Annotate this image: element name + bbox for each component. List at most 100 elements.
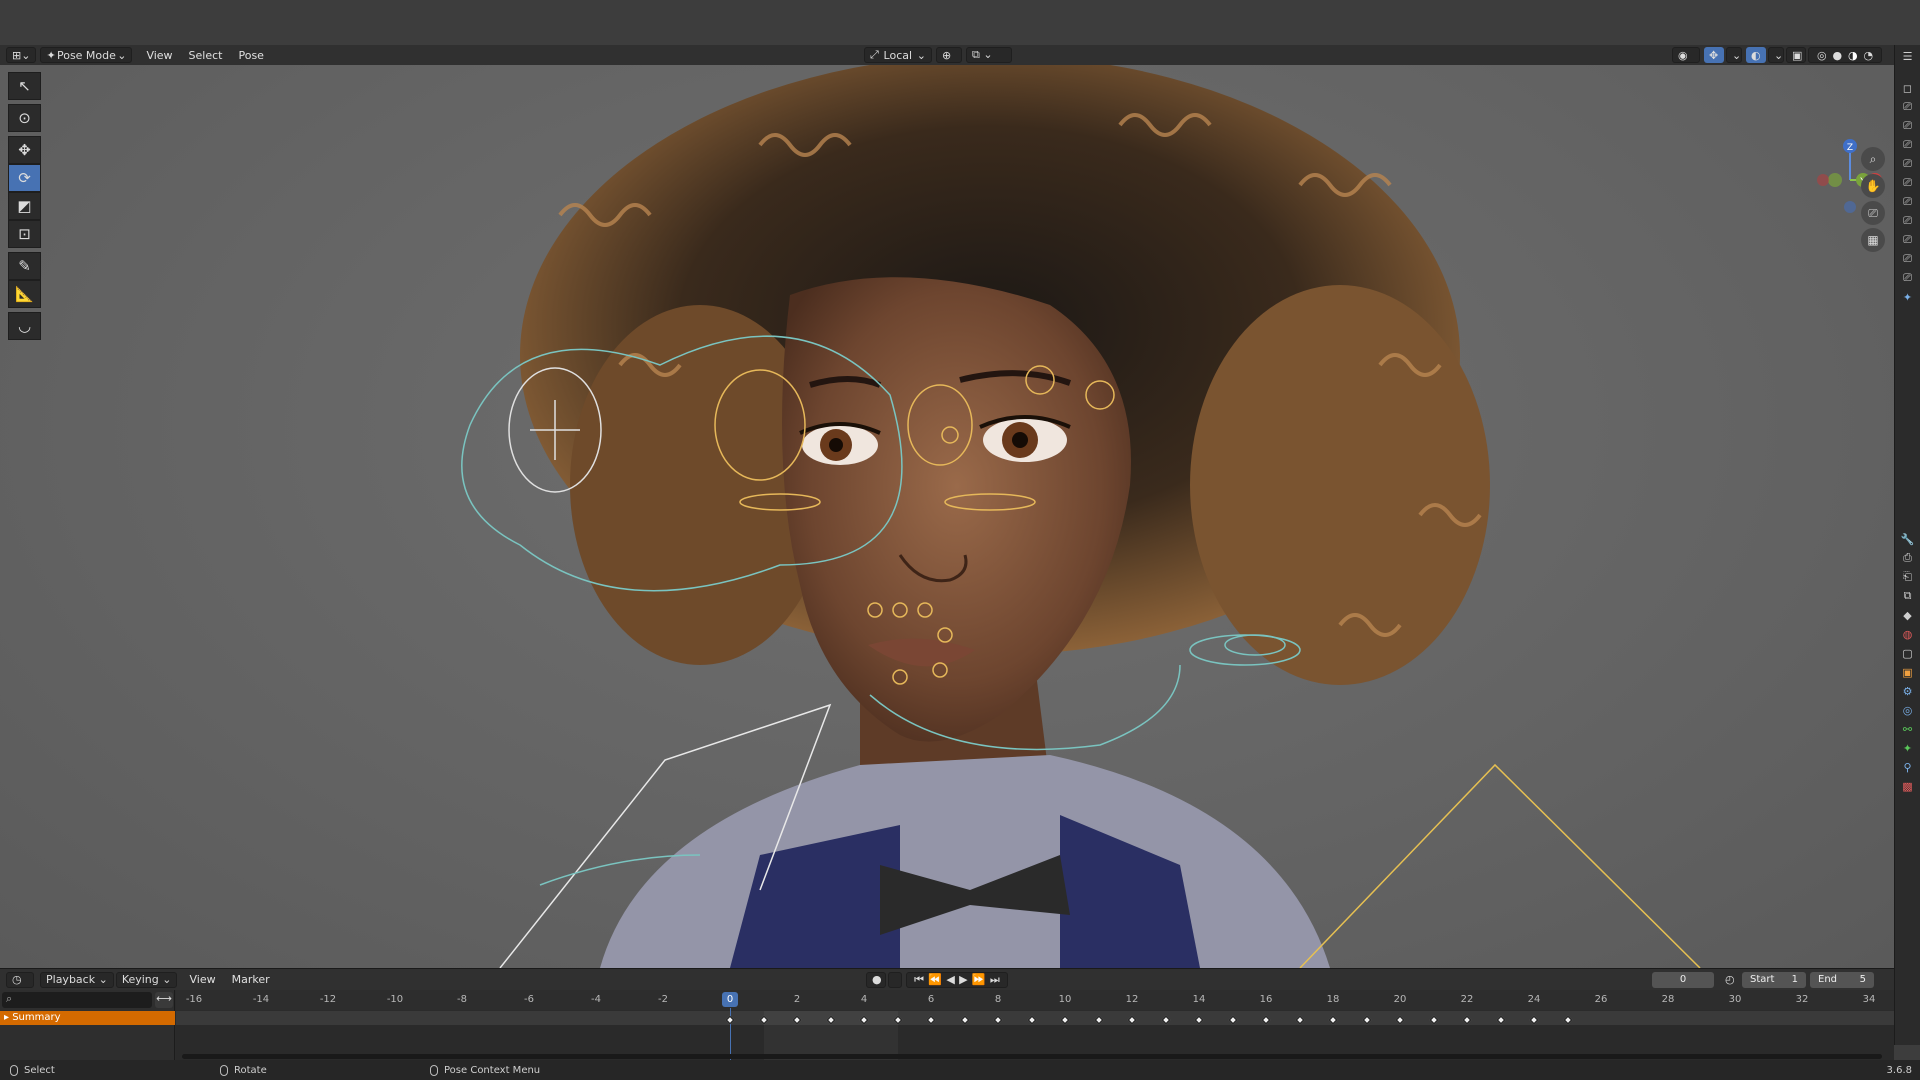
camera-icon[interactable]: ⎚: [1898, 213, 1918, 229]
end-frame-field[interactable]: End 5: [1810, 971, 1874, 988]
stopwatch-icon[interactable]: ◴: [1720, 972, 1738, 988]
cursor-icon[interactable]: ⊙: [8, 104, 41, 132]
camera-icon[interactable]: ⎚: [1898, 118, 1918, 134]
keyframe[interactable]: [1161, 1015, 1170, 1025]
grid-icon[interactable]: ▦: [1861, 228, 1885, 252]
constraints-icon[interactable]: ⚯: [1898, 721, 1918, 737]
playback-controls[interactable]: ⏮ ⏪ ◀ ▶ ⏩ ⏭: [906, 971, 1008, 988]
play-icon[interactable]: ▶: [959, 973, 967, 986]
move-icon[interactable]: ✥: [8, 136, 41, 164]
outliner-icon[interactable]: ☰: [1898, 48, 1918, 64]
bone-properties-icon[interactable]: ⚲: [1898, 759, 1918, 775]
overlays-toggle[interactable]: ◐: [1746, 47, 1766, 63]
collection-properties-icon[interactable]: ▢: [1898, 645, 1918, 661]
visibility-button[interactable]: ◉: [1672, 47, 1700, 63]
keyframe[interactable]: [1094, 1015, 1103, 1025]
summary-channel[interactable]: ▸ Summary: [0, 1011, 175, 1025]
keyframe[interactable]: [993, 1015, 1003, 1025]
keyframe[interactable]: [1395, 1015, 1405, 1025]
timeline[interactable]: ⌕ ⟷ ▸ Summary -16 -14 -12 -10 -8 -6 -4 -2 2 4 6 8 10…: [0, 990, 1894, 1060]
keyframe[interactable]: [1496, 1015, 1505, 1025]
annotate-icon[interactable]: ✎: [8, 252, 41, 280]
modifier-properties-icon[interactable]: ⚙: [1898, 683, 1918, 699]
gizmo-dropdown[interactable]: ⌄: [1726, 47, 1742, 63]
view-layer-icon[interactable]: ⧉: [1898, 588, 1918, 604]
armature-icon[interactable]: ✦: [1898, 289, 1918, 305]
relax-pose-icon[interactable]: ◡: [8, 312, 41, 340]
rotate-icon[interactable]: ⟳: [8, 164, 41, 192]
camera-icon[interactable]: ⎚: [1898, 156, 1918, 172]
menu-view[interactable]: View: [138, 49, 180, 62]
select-box-icon[interactable]: ↖: [8, 72, 41, 100]
measure-icon[interactable]: 📐: [8, 280, 41, 308]
editor-type-button[interactable]: ⊞ ⌄: [6, 47, 37, 63]
3d-viewport[interactable]: Z X Y ⌕ ✋ ⎚ ▦: [0, 65, 1894, 968]
keyframe[interactable]: [1563, 1015, 1572, 1025]
snap-button[interactable]: ⧉ ⌄: [966, 47, 1012, 63]
pivot-point-button[interactable]: ⊕: [936, 47, 962, 63]
keying-menu[interactable]: Keying ⌄: [115, 971, 178, 988]
playhead[interactable]: 0: [722, 992, 738, 1007]
keyframe[interactable]: [1194, 1015, 1204, 1025]
camera-icon[interactable]: ⎚: [1898, 270, 1918, 286]
playback-menu[interactable]: Playback ⌄: [40, 971, 114, 988]
armature-data-icon[interactable]: ✦: [1898, 740, 1918, 756]
keyframe[interactable]: [1529, 1015, 1539, 1025]
channel-search-input[interactable]: ⌕: [2, 992, 152, 1008]
world-properties-icon[interactable]: ◍: [1898, 626, 1918, 642]
jump-end-icon[interactable]: ⏭: [990, 973, 1000, 987]
keyframe[interactable]: [960, 1015, 969, 1025]
jump-start-icon[interactable]: ⏮: [914, 973, 924, 987]
timeline-view-menu[interactable]: View: [181, 973, 223, 986]
transform-orientation-dropdown[interactable]: ⤢ Local ⌄: [864, 47, 932, 63]
gizmo-toggle[interactable]: ✥: [1704, 47, 1724, 63]
camera-icon[interactable]: ⎚: [1898, 232, 1918, 248]
keyframe[interactable]: [926, 1015, 936, 1025]
menu-pose[interactable]: Pose: [230, 49, 271, 62]
camera-icon[interactable]: ⎚: [1898, 251, 1918, 267]
play-reverse-icon[interactable]: ◀: [946, 973, 954, 986]
keyframe[interactable]: [1228, 1015, 1237, 1025]
keying-set-button[interactable]: [888, 971, 902, 988]
object-properties-icon[interactable]: ▣: [1898, 664, 1918, 680]
keyframe[interactable]: [1362, 1015, 1371, 1025]
timeline-marker-menu[interactable]: Marker: [224, 973, 278, 986]
mode-dropdown[interactable]: ✦ Pose Mode ⌄: [40, 47, 133, 63]
keyframe[interactable]: [1295, 1015, 1304, 1025]
keyframe[interactable]: [1127, 1015, 1137, 1025]
pan-hand-icon[interactable]: ✋: [1861, 174, 1885, 198]
current-frame-field[interactable]: 0: [1652, 971, 1714, 988]
menu-select[interactable]: Select: [181, 49, 231, 62]
timeline-scrollbar[interactable]: [182, 1054, 1882, 1059]
prev-keyframe-icon[interactable]: ⏪: [928, 973, 942, 986]
next-keyframe-icon[interactable]: ⏩: [972, 973, 986, 986]
camera-icon[interactable]: ⎚: [1898, 175, 1918, 191]
wireframe-shading-icon[interactable]: ◎: [1817, 49, 1827, 62]
scale-icon[interactable]: ◩: [8, 192, 41, 220]
xray-toggle[interactable]: ▣: [1786, 47, 1806, 63]
keyframe[interactable]: [1060, 1015, 1070, 1025]
keyframe[interactable]: [725, 1015, 735, 1025]
overlays-dropdown[interactable]: ⌄: [1768, 47, 1784, 63]
output-properties-icon[interactable]: ⎗: [1898, 569, 1918, 585]
camera-icon[interactable]: ⎚: [1898, 194, 1918, 210]
shading-buttons[interactable]: ◎ ● ◑ ◔: [1808, 47, 1882, 63]
keyframe[interactable]: [1328, 1015, 1338, 1025]
collection-visibility-icon[interactable]: ◻: [1898, 80, 1918, 96]
camera-icon[interactable]: ⎚: [1898, 99, 1918, 115]
material-shading-icon[interactable]: ◑: [1848, 49, 1858, 62]
scene-properties-icon[interactable]: ◆: [1898, 607, 1918, 623]
camera-icon[interactable]: ⎚: [1898, 137, 1918, 153]
solid-shading-icon[interactable]: ●: [1832, 49, 1842, 62]
tool-properties-icon[interactable]: 🔧: [1898, 531, 1918, 547]
timeline-editor-type[interactable]: ◷: [6, 971, 34, 988]
swap-icon[interactable]: ⟷: [155, 992, 173, 1008]
render-properties-icon[interactable]: ⎙: [1898, 550, 1918, 566]
keyframe[interactable]: [1429, 1015, 1438, 1025]
rendered-shading-icon[interactable]: ◔: [1863, 49, 1873, 62]
start-frame-field[interactable]: Start 1: [1742, 971, 1806, 988]
keyframe[interactable]: [1462, 1015, 1472, 1025]
keyframe[interactable]: [1027, 1015, 1036, 1025]
camera-icon[interactable]: ⎚: [1861, 201, 1885, 225]
zoom-icon[interactable]: ⌕: [1861, 147, 1885, 171]
